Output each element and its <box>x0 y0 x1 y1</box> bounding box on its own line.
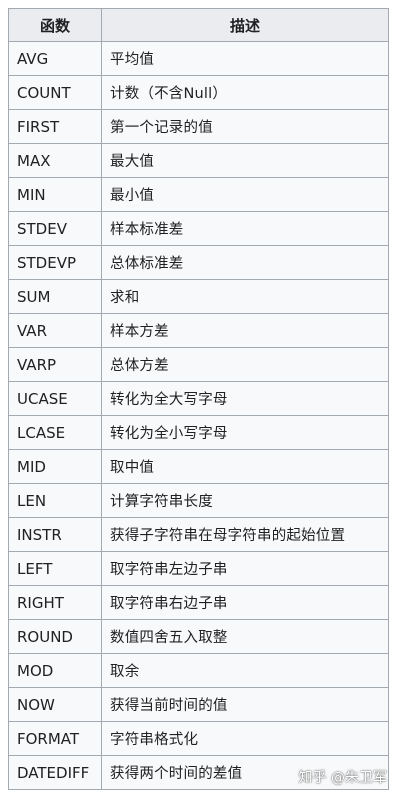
function-name: SUM <box>8 279 102 314</box>
table-row: MIN 最小值 <box>8 177 389 212</box>
function-description: 样本方差 <box>101 313 389 348</box>
function-description: 总体方差 <box>101 347 389 382</box>
table-row: AVG 平均值 <box>8 41 389 76</box>
function-description: 取字符串左边子串 <box>101 551 389 586</box>
function-name: LCASE <box>8 415 102 450</box>
watermark: 知乎 @朱卫军 <box>298 770 387 786</box>
table-row: MID 取中值 <box>8 449 389 484</box>
function-description: 总体标准差 <box>101 245 389 280</box>
function-name: RIGHT <box>8 585 102 620</box>
function-description: 样本标准差 <box>101 211 389 246</box>
table-row: STDEVP 总体标准差 <box>8 245 389 280</box>
function-name: MID <box>8 449 102 484</box>
table-row: NOW 获得当前时间的值 <box>8 687 389 722</box>
function-table: 函数 描述 AVG 平均值 COUNT 计数（不含Null） FIRST 第一个记录的… <box>8 8 389 790</box>
function-name: AVG <box>8 41 102 76</box>
table-row: RIGHT 取字符串右边子串 <box>8 585 389 620</box>
function-table-container: 函数 描述 AVG 平均值 COUNT 计数（不含Null） FIRST 第一个记录的… <box>8 8 389 790</box>
function-description: 最小值 <box>101 177 389 212</box>
table-row: MOD 取余 <box>8 653 389 688</box>
function-description: 取余 <box>101 653 389 688</box>
function-description: 计算字符串长度 <box>101 483 389 518</box>
table-row: LEN 计算字符串长度 <box>8 483 389 518</box>
function-name: MOD <box>8 653 102 688</box>
function-description: 数值四舍五入取整 <box>101 619 389 654</box>
function-description: 最大值 <box>101 143 389 178</box>
table-header-row: 函数 描述 <box>8 8 389 42</box>
function-name: VAR <box>8 313 102 348</box>
function-name: FORMAT <box>8 721 102 756</box>
table-row: UCASE 转化为全大写字母 <box>8 381 389 416</box>
table-row: VAR 样本方差 <box>8 313 389 348</box>
table-row: MAX 最大值 <box>8 143 389 178</box>
function-name: LEN <box>8 483 102 518</box>
function-description: 求和 <box>101 279 389 314</box>
table-row: LEFT 取字符串左边子串 <box>8 551 389 586</box>
table-row: SUM 求和 <box>8 279 389 314</box>
function-name: LEFT <box>8 551 102 586</box>
function-description: 获得子字符串在母字符串的起始位置 <box>101 517 389 552</box>
table-row: STDEV 样本标准差 <box>8 211 389 246</box>
function-description: 平均值 <box>101 41 389 76</box>
function-description: 获得当前时间的值 <box>101 687 389 722</box>
function-name: FIRST <box>8 109 102 144</box>
function-name: NOW <box>8 687 102 722</box>
function-name: MIN <box>8 177 102 212</box>
table-row: VARP 总体方差 <box>8 347 389 382</box>
function-description: 字符串格式化 <box>101 721 389 756</box>
function-name: STDEVP <box>8 245 102 280</box>
function-name: COUNT <box>8 75 102 110</box>
function-name: VARP <box>8 347 102 382</box>
function-description: 取中值 <box>101 449 389 484</box>
function-description: 计数（不含Null） <box>101 75 389 110</box>
function-name: ROUND <box>8 619 102 654</box>
function-name: STDEV <box>8 211 102 246</box>
function-description: 取字符串右边子串 <box>101 585 389 620</box>
header-function: 函数 <box>8 8 102 42</box>
table-row: INSTR 获得子字符串在母字符串的起始位置 <box>8 517 389 552</box>
function-name: UCASE <box>8 381 102 416</box>
table-body: AVG 平均值 COUNT 计数（不含Null） FIRST 第一个记录的值 MAX 最… <box>8 41 389 790</box>
table-row: LCASE 转化为全小写字母 <box>8 415 389 450</box>
table-row: FIRST 第一个记录的值 <box>8 109 389 144</box>
table-row: ROUND 数值四舍五入取整 <box>8 619 389 654</box>
header-description: 描述 <box>101 8 389 42</box>
function-name: INSTR <box>8 517 102 552</box>
function-name: MAX <box>8 143 102 178</box>
function-description: 第一个记录的值 <box>101 109 389 144</box>
table-row: COUNT 计数（不含Null） <box>8 75 389 110</box>
table-row: FORMAT 字符串格式化 <box>8 721 389 756</box>
function-description: 转化为全大写字母 <box>101 381 389 416</box>
function-name: DATEDIFF <box>8 755 102 790</box>
function-description: 转化为全小写字母 <box>101 415 389 450</box>
